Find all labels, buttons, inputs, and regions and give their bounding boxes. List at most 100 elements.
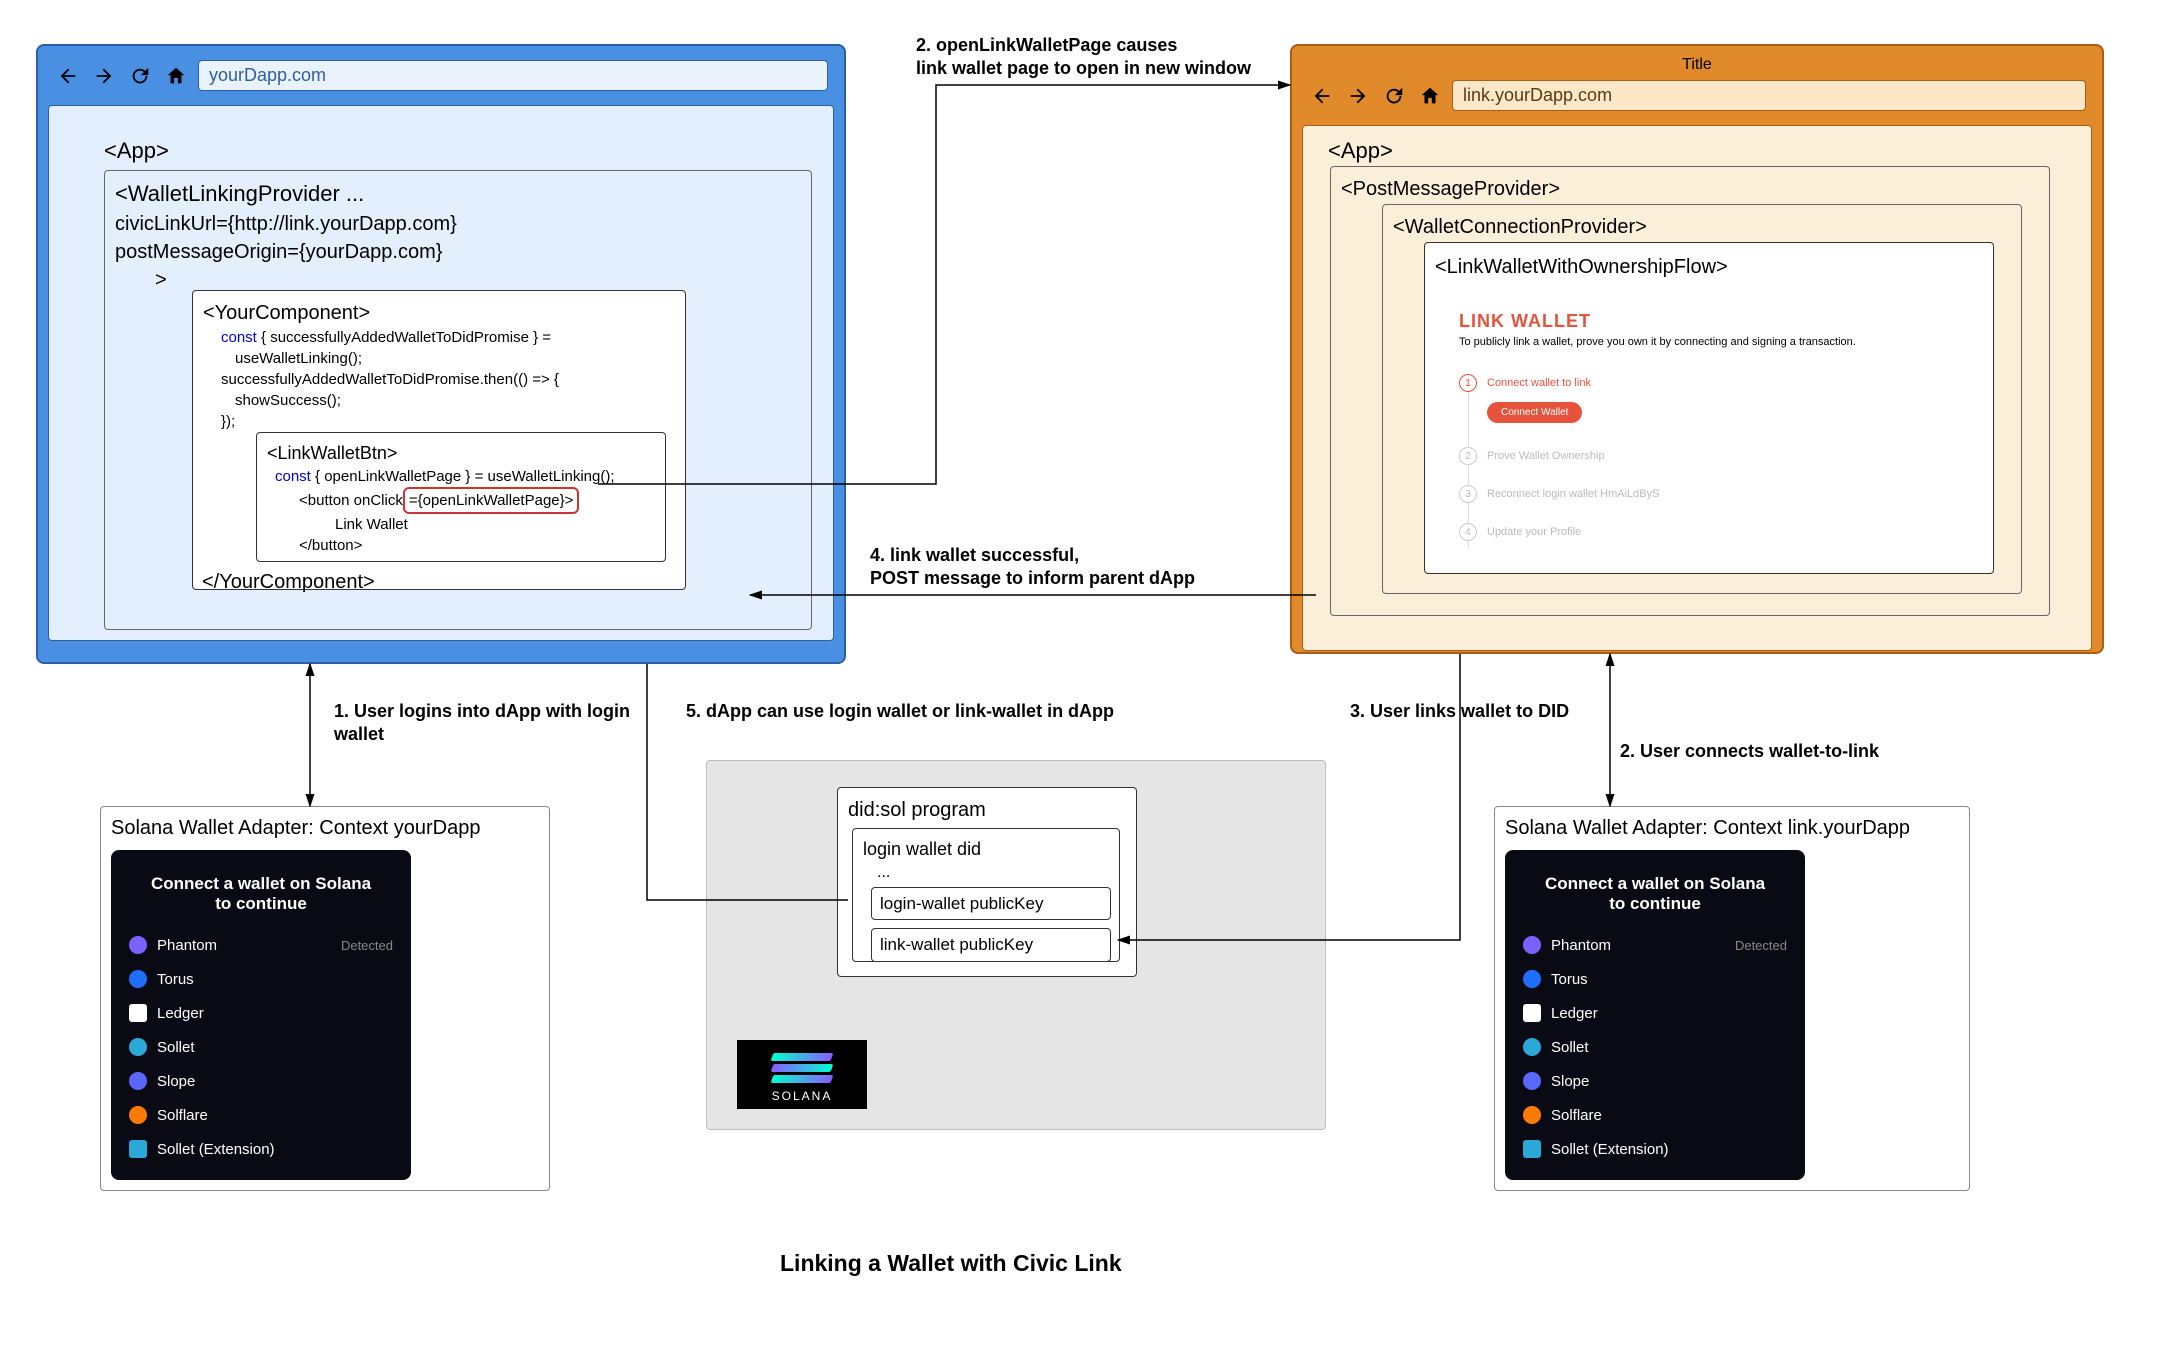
wallet-row[interactable]: Ledger xyxy=(1519,996,1791,1030)
wallet-name: Ledger xyxy=(157,1005,204,1022)
didsol-title: did:sol program xyxy=(848,796,1126,824)
code-const-1: const xyxy=(221,329,257,346)
wallet-adapter-right-title: Solana Wallet Adapter: Context link.your… xyxy=(1505,817,1959,840)
wallet-row[interactable]: Solflare xyxy=(1519,1098,1791,1132)
yc-close: </YourComponent> xyxy=(202,568,375,596)
wallet-icon xyxy=(129,1072,147,1090)
connect-wallet-button[interactable]: Connect Wallet xyxy=(1487,402,1582,423)
wallet-name: Sollet (Extension) xyxy=(157,1141,275,1158)
forward-icon xyxy=(1344,82,1372,110)
wallet-icon xyxy=(129,1140,147,1158)
code-l5: }); xyxy=(221,411,675,432)
lwb-code1: { openLinkWalletPage } = useWalletLinkin… xyxy=(311,468,615,485)
wallet-icon xyxy=(129,970,147,988)
wallet-name: Solflare xyxy=(157,1107,208,1124)
wallet-icon xyxy=(1523,1072,1541,1090)
link-wallet-title: LINK WALLET xyxy=(1459,311,1959,332)
pmp-label: <PostMessageProvider> xyxy=(1341,175,2039,203)
wallet-row[interactable]: Sollet xyxy=(1519,1030,1791,1064)
wallet-row[interactable]: Torus xyxy=(1519,962,1791,996)
wallet-icon xyxy=(1523,936,1541,954)
wlp-pm: postMessageOrigin={yourDapp.com} xyxy=(115,238,801,266)
wallet-row[interactable]: Sollet (Extension) xyxy=(1519,1132,1791,1166)
annotation-1: 1. User logins into dApp with login wall… xyxy=(334,700,654,747)
wallet-row[interactable]: Sollet (Extension) xyxy=(125,1132,397,1166)
annotation-2a: 2. openLinkWalletPage causeslink wallet … xyxy=(916,34,1276,81)
lwb-label: <LinkWalletBtn> xyxy=(267,441,655,466)
wcp-label: <WalletConnectionProvider> xyxy=(1393,213,2011,241)
wallet-list-left: Phantom Detected Torus Ledger Sollet Slope Sol… xyxy=(125,928,397,1166)
solana-logo: SOLANA xyxy=(737,1040,867,1109)
wallet-list-right: Phantom Detected Torus Ledger Sollet Slope Sol… xyxy=(1519,928,1791,1166)
wallet-detected-label: Detected xyxy=(341,938,393,953)
annotation-2b: 2. User connects wallet-to-link xyxy=(1620,740,1879,763)
wallet-adapter-right: Solana Wallet Adapter: Context link.your… xyxy=(1494,806,1970,1191)
wallet-name: Slope xyxy=(157,1073,195,1090)
wallet-icon xyxy=(1523,970,1541,988)
login-wallet-did: login wallet did xyxy=(863,837,1109,862)
lw-step3: Reconnect login wallet HmAiLdByS xyxy=(1487,488,1659,500)
wallet-icon xyxy=(1523,1038,1541,1056)
wallet-icon xyxy=(129,936,147,954)
lw-step4: Update your Profile xyxy=(1487,526,1581,538)
reload-icon xyxy=(126,62,154,90)
reload-icon xyxy=(1380,82,1408,110)
home-icon xyxy=(162,62,190,90)
link-wallet-pk: link-wallet publicKey xyxy=(880,935,1033,954)
diagram-caption: Linking a Wallet with Civic Link xyxy=(780,1250,1122,1277)
wallet-icon xyxy=(1523,1106,1541,1124)
wallet-name: Phantom xyxy=(1551,937,1611,954)
back-icon xyxy=(54,62,82,90)
browser-toolbar-right: link.yourDapp.com xyxy=(1302,76,2092,115)
annotation-5: 5. dApp can use login wallet or link-wal… xyxy=(686,700,1114,723)
link-wallet-pk-box: link-wallet publicKey xyxy=(871,928,1111,962)
link-wallet-ownership-flow-box: <LinkWalletWithOwnershipFlow> LINK WALLE… xyxy=(1424,242,1994,574)
lwb-btn-open-a: <button onClick xyxy=(299,492,403,509)
wallet-name: Phantom xyxy=(157,937,217,954)
wallet-adapter-left: Solana Wallet Adapter: Context yourDapp … xyxy=(100,806,550,1191)
wallet-row[interactable]: Phantom Detected xyxy=(1519,928,1791,962)
solana-text: SOLANA xyxy=(751,1089,853,1103)
wallet-icon xyxy=(129,1004,147,1022)
wallet-name: Sollet (Extension) xyxy=(1551,1141,1669,1158)
wlp-open: <WalletLinkingProvider ... xyxy=(115,179,801,210)
wallet-row[interactable]: Solflare xyxy=(125,1098,397,1132)
code-l4: showSuccess(); xyxy=(235,390,675,411)
url-bar-right[interactable]: link.yourDapp.com xyxy=(1452,80,2086,111)
lwof-label: <LinkWalletWithOwnershipFlow> xyxy=(1435,253,1983,281)
wallet-name: Sollet xyxy=(157,1039,195,1056)
lw-step2: Prove Wallet Ownership xyxy=(1487,450,1605,462)
url-bar-left[interactable]: yourDapp.com xyxy=(198,60,828,91)
wallet-name: Torus xyxy=(157,971,194,988)
wallet-row[interactable]: Torus xyxy=(125,962,397,996)
wallet-icon xyxy=(1523,1004,1541,1022)
wallet-icon xyxy=(129,1106,147,1124)
home-icon xyxy=(1416,82,1444,110)
link-wallet-btn-box: <LinkWalletBtn> const { openLinkWalletPa… xyxy=(256,432,666,562)
wallet-name: Torus xyxy=(1551,971,1588,988)
wallet-row[interactable]: Sollet xyxy=(125,1030,397,1064)
wallet-icon xyxy=(129,1038,147,1056)
wallet-adapter-right-panel: Connect a wallet on Solana to continue P… xyxy=(1505,850,1805,1180)
code-l2: useWalletLinking(); xyxy=(235,348,675,369)
wallet-row[interactable]: Phantom Detected xyxy=(125,928,397,962)
wallet-row[interactable]: Ledger xyxy=(125,996,397,1030)
annotation-4: 4. link wallet successful,POST message t… xyxy=(870,544,1310,591)
didsol-box: did:sol program login wallet did ... log… xyxy=(837,787,1137,977)
link-wallet-sub: To publicly link a wallet, prove you own… xyxy=(1459,336,1959,348)
wallet-row[interactable]: Slope xyxy=(1519,1064,1791,1098)
login-wallet-did-box: login wallet did ... login-wallet public… xyxy=(852,828,1120,962)
code-const-2: const xyxy=(275,468,311,485)
browser-title-right: Title xyxy=(1302,56,2092,74)
code-l1: { successfullyAddedWalletToDidPromise } … xyxy=(257,329,551,346)
wallet-name: Ledger xyxy=(1551,1005,1598,1022)
wallet-detected-label: Detected xyxy=(1735,938,1787,953)
yc-open: <YourComponent> xyxy=(203,299,675,327)
wallet-adapter-head-left: Connect a wallet on Solana to continue xyxy=(125,864,397,928)
wallet-name: Slope xyxy=(1551,1073,1589,1090)
lwb-btn-text: Link Wallet xyxy=(335,514,655,535)
wallet-icon xyxy=(1523,1140,1541,1158)
wallet-name: Solflare xyxy=(1551,1107,1602,1124)
wallet-adapter-head-right: Connect a wallet on Solana to continue xyxy=(1519,864,1791,928)
wallet-row[interactable]: Slope xyxy=(125,1064,397,1098)
